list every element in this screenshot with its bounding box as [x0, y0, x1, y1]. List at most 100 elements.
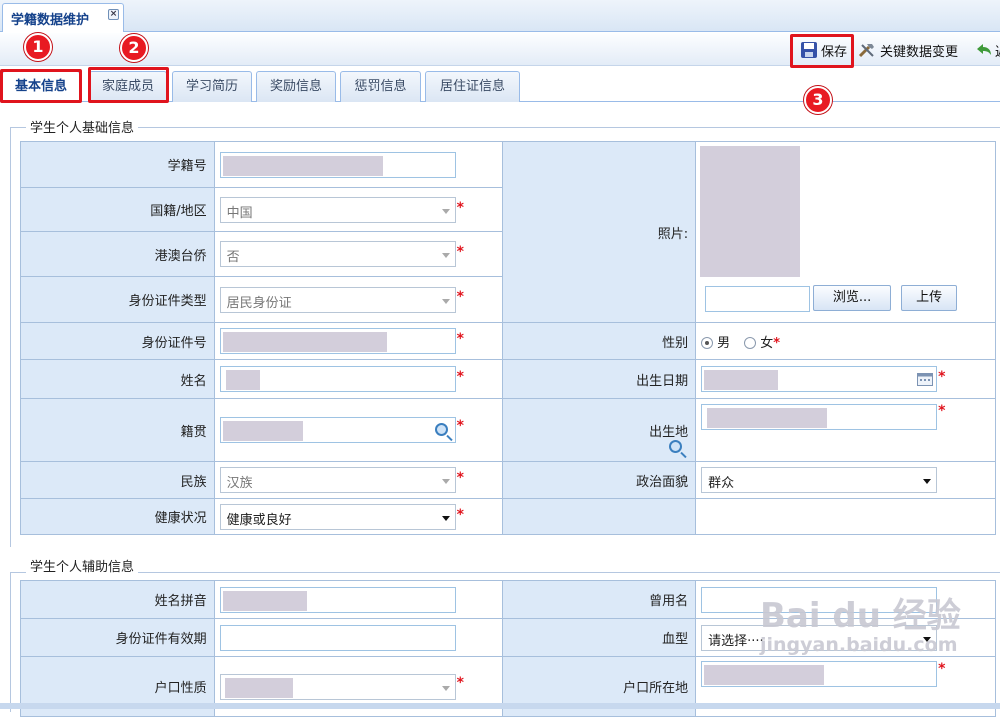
tab-rewards[interactable]: 奖励信息	[256, 71, 336, 102]
label-id-validity: 身份证件有效期	[20, 618, 215, 657]
label-former-name: 曾用名	[501, 580, 697, 619]
gender-male-radio[interactable]	[701, 337, 714, 349]
required-mark: *	[456, 507, 464, 523]
window-tab-bar: 学籍数据维护 ×	[0, 0, 1000, 32]
required-mark: *	[938, 369, 946, 385]
label-health: 健康状况	[20, 498, 215, 535]
required-mark: *	[456, 331, 464, 347]
tools-icon	[858, 44, 874, 58]
back-button[interactable]: 返	[975, 38, 1000, 62]
student-no-input[interactable]	[219, 151, 456, 178]
birth-place-input[interactable]	[701, 404, 938, 430]
label-birth-place: 出生地	[649, 424, 689, 440]
required-mark: *	[456, 470, 464, 486]
watermark-logo: Bai du 经验	[760, 596, 961, 636]
required-mark: *	[456, 369, 464, 385]
pinyin-input[interactable]	[219, 586, 456, 613]
key-data-change-button[interactable]: 关键数据变更	[857, 38, 958, 62]
redacted-value	[704, 665, 825, 685]
tab-study-history[interactable]: 学习简历	[172, 71, 252, 102]
gender-male-label: 男	[717, 335, 731, 351]
birth-date-input[interactable]	[701, 366, 938, 392]
basic-info-legend: 学生个人基础信息	[26, 117, 139, 136]
chevron-down-icon	[441, 515, 450, 521]
label-photo: 照片:	[501, 141, 697, 323]
tab-residence-permit[interactable]: 居住证信息	[425, 71, 520, 102]
redacted-value	[222, 590, 307, 611]
hukou-type-select[interactable]	[219, 673, 456, 700]
id-validity-input[interactable]	[219, 624, 456, 651]
redacted-value	[222, 332, 387, 352]
health-value: 健康或良好	[226, 512, 292, 528]
hkmo-select[interactable]: 否	[219, 241, 456, 267]
browse-button[interactable]: 浏览...	[813, 285, 892, 311]
back-label: 返	[995, 41, 1000, 60]
redacted-value	[224, 677, 293, 698]
save-label: 保存	[821, 44, 848, 60]
gender-female-radio[interactable]	[744, 337, 757, 349]
required-mark: *	[456, 418, 464, 434]
id-type-value: 居民身份证	[226, 295, 292, 311]
label-birth-place-cell: 出生地	[501, 398, 697, 462]
form-tabs: 基本信息 家庭成员 学习简历 奖励信息 惩罚信息 居住证信息	[0, 66, 1000, 103]
political-select[interactable]: 群众	[701, 467, 938, 493]
basic-info-table: 学籍号 照片: 浏览... 上传 国籍/地区 中国 * 港澳台侨 否 * 身份证件类…	[20, 141, 996, 535]
watermark: Bai du 经验 jingyan.baidu.com	[760, 598, 961, 656]
label-political: 政治面貌	[501, 461, 697, 499]
label-gender: 性别	[501, 322, 697, 360]
chevron-down-icon	[441, 208, 450, 214]
empty-value-cell	[695, 498, 996, 535]
hukou-location-input[interactable]	[701, 661, 938, 687]
search-icon[interactable]	[434, 423, 448, 436]
chevron-down-icon	[923, 479, 932, 484]
id-type-select[interactable]: 居民身份证	[219, 286, 456, 313]
upload-button[interactable]: 上传	[901, 285, 958, 311]
label-name: 姓名	[20, 359, 215, 399]
redacted-value	[707, 408, 828, 428]
search-icon[interactable]	[668, 440, 682, 453]
name-input[interactable]	[219, 366, 456, 392]
label-hkmo: 港澳台侨	[20, 231, 215, 277]
id-no-input[interactable]	[219, 328, 456, 354]
floppy-disk-icon	[801, 42, 817, 58]
label-student-no: 学籍号	[20, 141, 215, 188]
calendar-icon[interactable]	[917, 372, 934, 386]
required-mark: *	[456, 675, 464, 691]
required-mark: *	[938, 403, 946, 419]
tab-basic-info[interactable]: 基本信息	[2, 71, 80, 103]
required-mark: *	[456, 289, 464, 305]
health-select[interactable]: 健康或良好	[219, 503, 456, 530]
label-blood-type: 血型	[501, 618, 697, 657]
ethnicity-select[interactable]: 汉族	[219, 467, 456, 493]
close-icon[interactable]: ×	[108, 9, 119, 20]
political-value: 群众	[708, 476, 735, 491]
tab-student-data-maintenance[interactable]: 学籍数据维护 ×	[2, 3, 124, 32]
tab-punishments[interactable]: 惩罚信息	[340, 71, 421, 102]
chevron-down-icon	[441, 253, 450, 258]
redacted-value	[225, 370, 260, 390]
required-mark: *	[773, 335, 781, 351]
photo-path-input[interactable]	[705, 286, 811, 312]
save-button[interactable]: 保存	[800, 38, 847, 62]
redacted-value	[222, 421, 303, 441]
photo-placeholder	[700, 146, 801, 277]
gender-radio-group: 男 女*	[695, 322, 996, 360]
chevron-down-icon	[441, 685, 450, 691]
bottom-border	[0, 703, 1000, 709]
label-pinyin: 姓名拼音	[20, 580, 215, 619]
native-place-input[interactable]	[219, 417, 456, 443]
required-mark: *	[456, 200, 464, 216]
back-arrow-icon	[977, 44, 991, 55]
window-tab-title: 学籍数据维护	[11, 13, 90, 28]
chevron-down-icon	[441, 479, 450, 484]
step-badge-3: 3	[804, 86, 832, 114]
blood-type-value: 请选择····	[708, 633, 764, 649]
required-mark: *	[938, 661, 946, 677]
step-badge-2: 2	[120, 34, 148, 62]
empty-label-cell	[501, 498, 697, 535]
auxiliary-info-legend: 学生个人辅助信息	[26, 556, 139, 575]
tab-family-members[interactable]: 家庭成员	[89, 71, 167, 102]
gender-female-label: 女	[760, 335, 774, 351]
nationality-select[interactable]: 中国	[219, 196, 456, 223]
label-birth-date: 出生日期	[501, 359, 697, 399]
